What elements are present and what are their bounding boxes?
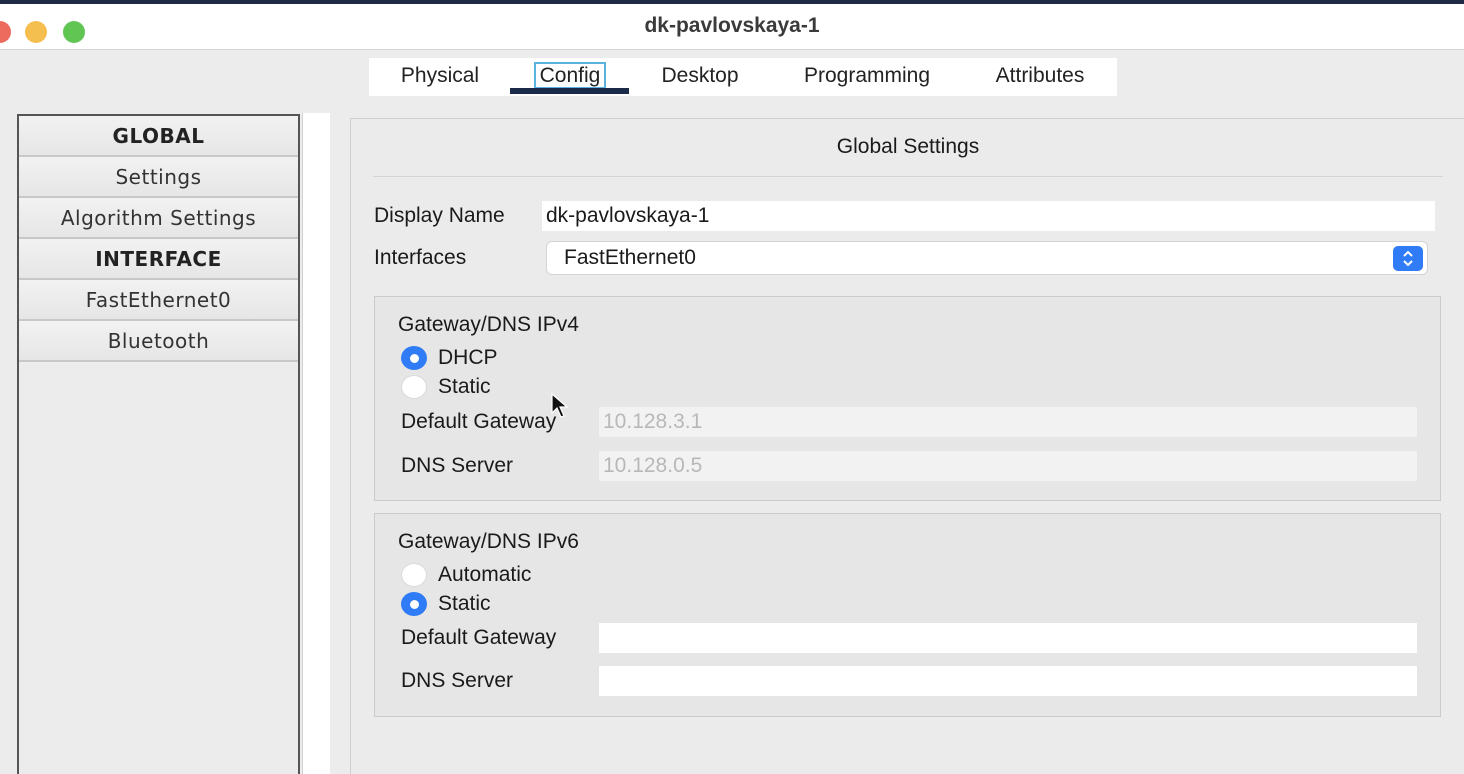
sidebar-item-algorithm-settings[interactable]: Algorithm Settings	[19, 198, 298, 239]
display-name-label: Display Name	[374, 204, 505, 227]
interfaces-select-value: FastEthernet0	[564, 246, 696, 269]
tab-attributes[interactable]: Attributes	[977, 58, 1103, 96]
ipv4-static-radio[interactable]	[401, 375, 427, 399]
sidebar-item-fastethernet0[interactable]: FastEthernet0	[19, 280, 298, 321]
panel-title: Global Settings	[836, 135, 980, 158]
ipv6-gateway-label: Default Gateway	[401, 626, 557, 649]
tab-desktop[interactable]: Desktop	[645, 58, 755, 96]
ipv6-automatic-label: Automatic	[438, 563, 532, 586]
mouse-cursor-icon	[551, 392, 569, 424]
select-stepper-icon	[1393, 246, 1423, 271]
ipv4-gateway-label: Default Gateway	[401, 410, 557, 433]
ipv4-dhcp-label: DHCP	[438, 346, 498, 369]
ipv6-automatic-radio[interactable]	[401, 563, 427, 587]
ipv4-gateway-input	[599, 407, 1417, 437]
ipv6-dns-input[interactable]	[599, 666, 1417, 696]
sidebar-header-interface: INTERFACE	[19, 239, 298, 280]
interfaces-label: Interfaces	[374, 246, 467, 269]
ipv4-dns-label: DNS Server	[401, 454, 514, 477]
panel-divider	[373, 176, 1443, 177]
app-window: dk-pavlovskaya-1 Physical Config Desktop…	[0, 0, 1464, 774]
sidebar-header-global: GLOBAL	[19, 116, 298, 157]
sidebar-item-settings[interactable]: Settings	[19, 157, 298, 198]
ipv4-group: Gateway/DNS IPv4 DHCP Static Default Gat…	[374, 296, 1441, 501]
ipv4-dns-input	[599, 451, 1417, 481]
active-tab-indicator	[510, 88, 629, 94]
tab-programming[interactable]: Programming	[783, 58, 951, 96]
sidebar-item-bluetooth[interactable]: Bluetooth	[19, 321, 298, 362]
ipv4-group-title: Gateway/DNS IPv4	[398, 313, 579, 336]
ipv6-group-title: Gateway/DNS IPv6	[398, 530, 579, 553]
ipv6-dns-label: DNS Server	[401, 669, 514, 692]
interfaces-select[interactable]: FastEthernet0	[546, 241, 1428, 275]
tab-physical[interactable]: Physical	[385, 58, 495, 96]
window-title: dk-pavlovskaya-1	[644, 14, 820, 37]
ipv4-dhcp-radio[interactable]	[401, 346, 427, 370]
ipv4-static-label: Static	[438, 375, 491, 398]
display-name-input[interactable]	[542, 201, 1435, 231]
sidebar-scrollbar[interactable]	[302, 113, 330, 774]
ipv6-static-radio[interactable]	[401, 592, 427, 616]
ipv6-gateway-input[interactable]	[599, 623, 1417, 653]
ipv6-group: Gateway/DNS IPv6 Automatic Static Defaul…	[374, 513, 1441, 717]
tab-config-label: Config	[533, 62, 607, 89]
global-settings-panel: Global Settings Display Name Interfaces …	[350, 118, 1464, 774]
ipv6-static-label: Static	[438, 592, 491, 615]
tab-bar: Physical Config Desktop Programming Attr…	[369, 58, 1117, 96]
config-sidebar: GLOBAL Settings Algorithm Settings INTER…	[17, 114, 300, 774]
title-bar: dk-pavlovskaya-1	[0, 4, 1464, 50]
